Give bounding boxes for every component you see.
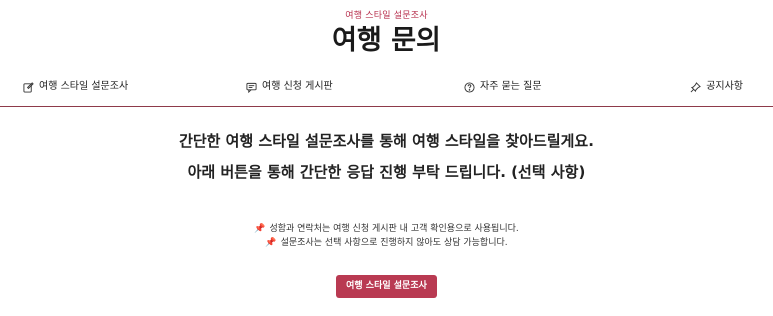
page-title: 여행 문의 (332, 25, 441, 56)
nav-item-board[interactable]: 여행 신청 게시판 (245, 78, 333, 96)
page-eyebrow: 여행 스타일 설문조사 (345, 11, 428, 21)
intro-line-1: 간단한 여행 스타일 설문조사를 통해 여행 스타일을 찾아드릴게요. (179, 132, 594, 150)
page: 여행 스타일 설문조사 여행 문의 여행 스타일 설문조사 여행 신청 게시판 … (0, 0, 773, 316)
note-text: 성함과 연락처는 여행 신청 게시판 내 고객 확인용으로 사용됩니다. (269, 224, 519, 234)
pushpin-icon: 📌 (265, 238, 277, 248)
intro-line-2: 아래 버튼을 통해 간단한 응답 진행 부탁 드립니다. (선택 사항) (187, 163, 586, 181)
nav-item-survey[interactable]: 여행 스타일 설문조사 (22, 78, 128, 96)
nav-divider (0, 106, 773, 107)
edit-icon (22, 81, 34, 93)
page-header: 여행 스타일 설문조사 여행 문의 (0, 0, 773, 58)
nav-item-label: 자주 묻는 질문 (480, 81, 542, 92)
nav-item-label: 여행 스타일 설문조사 (39, 81, 129, 92)
pin-icon (689, 81, 701, 93)
nav-item-label: 공지사항 (706, 81, 743, 92)
nav-item-label: 여행 신청 게시판 (262, 81, 333, 92)
notes: 📌 성함과 연락처는 여행 신청 게시판 내 고객 확인용으로 사용됩니다. 📌 설… (0, 222, 773, 250)
note-item: 📌 성함과 연락처는 여행 신청 게시판 내 고객 확인용으로 사용됩니다. (0, 222, 773, 236)
pushpin-icon: 📌 (254, 224, 266, 234)
top-nav: 여행 스타일 설문조사 여행 신청 게시판 자주 묻는 질문 공지사항 (0, 78, 773, 98)
help-circle-icon (463, 81, 475, 93)
message-icon (245, 81, 257, 93)
intro-text: 간단한 여행 스타일 설문조사를 통해 여행 스타일을 찾아드릴게요. 아래 버… (0, 131, 773, 183)
cta-wrapper: 여행 스타일 설문조사 (0, 273, 773, 298)
nav-item-notice[interactable]: 공지사항 (689, 78, 743, 96)
note-text: 설문조사는 선택 사항으로 진행하지 않아도 상담 가능합니다. (280, 238, 508, 248)
survey-button[interactable]: 여행 스타일 설문조사 (336, 275, 437, 298)
nav-item-faq[interactable]: 자주 묻는 질문 (463, 78, 542, 96)
note-item: 📌 설문조사는 선택 사항으로 진행하지 않아도 상담 가능합니다. (0, 236, 773, 250)
